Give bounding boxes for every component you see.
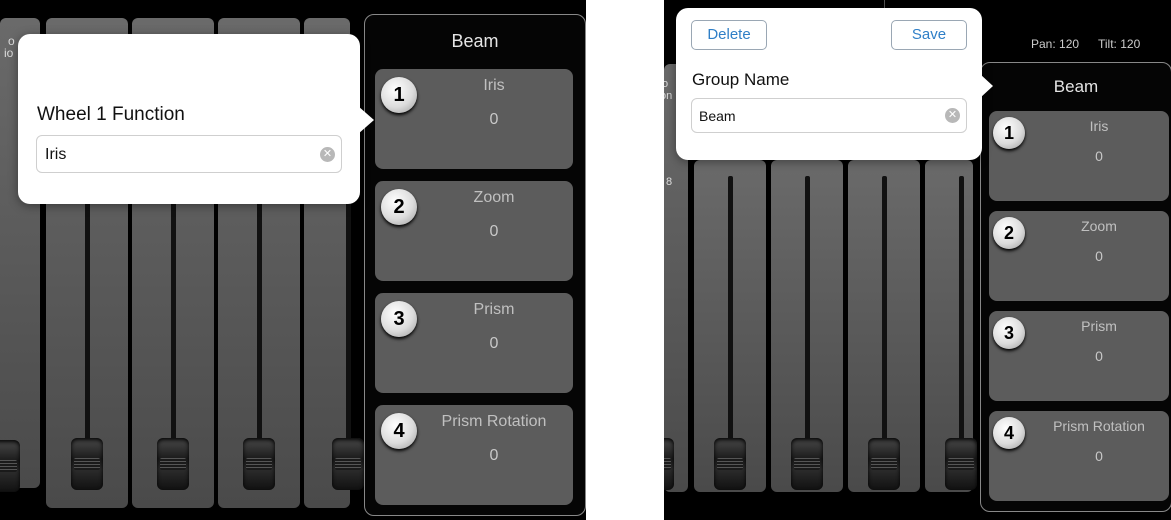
wheel-2[interactable]: 2 Zoom 0 — [989, 211, 1169, 301]
fader-track[interactable] — [85, 198, 90, 478]
clear-circle-icon[interactable]: ✕ — [945, 108, 960, 123]
wheel-number-badge: 3 — [381, 301, 417, 337]
fader-track[interactable] — [346, 198, 351, 478]
wheel-value: 0 — [489, 447, 499, 464]
wheel-value: 0 — [1095, 248, 1103, 264]
fader-track[interactable] — [805, 176, 810, 446]
wheel-name: Iris — [1089, 118, 1109, 134]
wheel-value: 0 — [489, 223, 499, 240]
wheel-name: Prism Rotation — [1053, 418, 1145, 434]
save-button[interactable]: Save — [891, 20, 967, 50]
wheel-number-badge: 2 — [381, 189, 417, 225]
wheel-number-badge: 4 — [993, 417, 1025, 449]
fader-track[interactable] — [959, 176, 964, 446]
fader-strip[interactable] — [694, 160, 766, 492]
wheel-name: Prism — [1081, 318, 1117, 334]
fader-knob[interactable] — [945, 438, 977, 490]
beam-panel: Beam 1 Iris 0 2 Zoom 0 3 Prism 0 4 Prism… — [364, 14, 586, 516]
popover-arrow — [358, 106, 374, 134]
wheel-3[interactable]: 3 Prism 0 — [375, 293, 573, 393]
fader-knob[interactable] — [791, 438, 823, 490]
wheel-2[interactable]: 2 Zoom 0 — [375, 181, 573, 281]
wheel-number-badge: 1 — [993, 117, 1025, 149]
wheel-name: Prism — [473, 301, 515, 318]
popover-arrow — [980, 74, 993, 98]
fader-track[interactable] — [171, 198, 176, 478]
fader-track[interactable] — [257, 198, 262, 478]
fader-knob[interactable] — [71, 438, 103, 490]
wheel-name: Zoom — [1081, 218, 1117, 234]
fader-knob[interactable] — [868, 438, 900, 490]
popover-title: Wheel 1 Function — [37, 104, 185, 125]
group-name-input[interactable]: Beam ✕ — [691, 98, 967, 133]
fader-knob[interactable] — [0, 440, 20, 492]
clear-circle-icon[interactable]: ✕ — [320, 147, 335, 162]
fader-knob[interactable] — [714, 438, 746, 490]
fader-strip[interactable] — [771, 160, 843, 492]
fader-knob[interactable] — [332, 438, 364, 490]
right-screenshot: Pan: 120 Tilt: 120 o on 8 Beam 1 Iris 0 … — [664, 0, 1171, 520]
beam-title: Beam — [451, 31, 499, 51]
input-value: Beam — [699, 108, 736, 124]
wheel-value: 0 — [489, 111, 499, 128]
wheel-value: 0 — [1095, 148, 1103, 164]
wheel-4[interactable]: 4 Prism Rotation 0 — [989, 411, 1169, 501]
wheel-name: Iris — [483, 77, 505, 94]
wheel-1[interactable]: 1 Iris 0 — [989, 111, 1169, 201]
group-name-popover: Delete Save Group Name Beam ✕ — [676, 8, 993, 160]
beam-title: Beam — [1053, 77, 1099, 96]
wheel-3[interactable]: 3 Prism 0 — [989, 311, 1169, 401]
header-divider — [884, 0, 885, 8]
wheel-number-badge: 4 — [381, 413, 417, 449]
fader-track[interactable] — [882, 176, 887, 446]
delete-button[interactable]: Delete — [691, 20, 767, 50]
wheel-number-badge: 1 — [381, 77, 417, 113]
wheel-name: Prism Rotation — [441, 413, 547, 430]
strip-header-text: o — [664, 78, 669, 90]
fader-knob[interactable] — [243, 438, 275, 490]
input-value: Iris — [45, 146, 67, 163]
fader-strip[interactable] — [925, 160, 977, 492]
fader-knob[interactable] — [157, 438, 189, 490]
wheel-value: 0 — [1095, 348, 1103, 364]
strip-header-text: on — [664, 90, 673, 102]
fader-track[interactable] — [728, 176, 733, 446]
fader-knob[interactable] — [664, 438, 674, 490]
wheel-4[interactable]: 4 Prism Rotation 0 — [375, 405, 573, 505]
fader-strip[interactable] — [848, 160, 920, 492]
strip-header-text: io — [4, 46, 14, 60]
tilt-readout: Tilt: 120 — [1098, 37, 1141, 51]
group-name-label: Group Name — [692, 70, 790, 89]
wheel-number-badge: 2 — [993, 217, 1025, 249]
strip-header-text: 8 — [666, 176, 673, 188]
pan-readout: Pan: 120 — [1031, 37, 1080, 51]
wheel-1[interactable]: 1 Iris 0 — [375, 69, 573, 169]
left-screenshot: o io D Beam 1 Iris 0 2 Zoom 0 3 Pri — [0, 0, 586, 520]
wheel-function-popover: Wheel 1 Function Iris ✕ — [18, 34, 374, 204]
wheel-value: 0 — [1095, 448, 1103, 464]
wheel-number-badge: 3 — [993, 317, 1025, 349]
wheel-name: Zoom — [473, 189, 515, 206]
wheel-function-input[interactable]: Iris ✕ — [36, 135, 342, 173]
beam-panel: Beam 1 Iris 0 2 Zoom 0 3 Prism 0 4 Prism… — [980, 62, 1171, 512]
wheel-value: 0 — [489, 335, 499, 352]
